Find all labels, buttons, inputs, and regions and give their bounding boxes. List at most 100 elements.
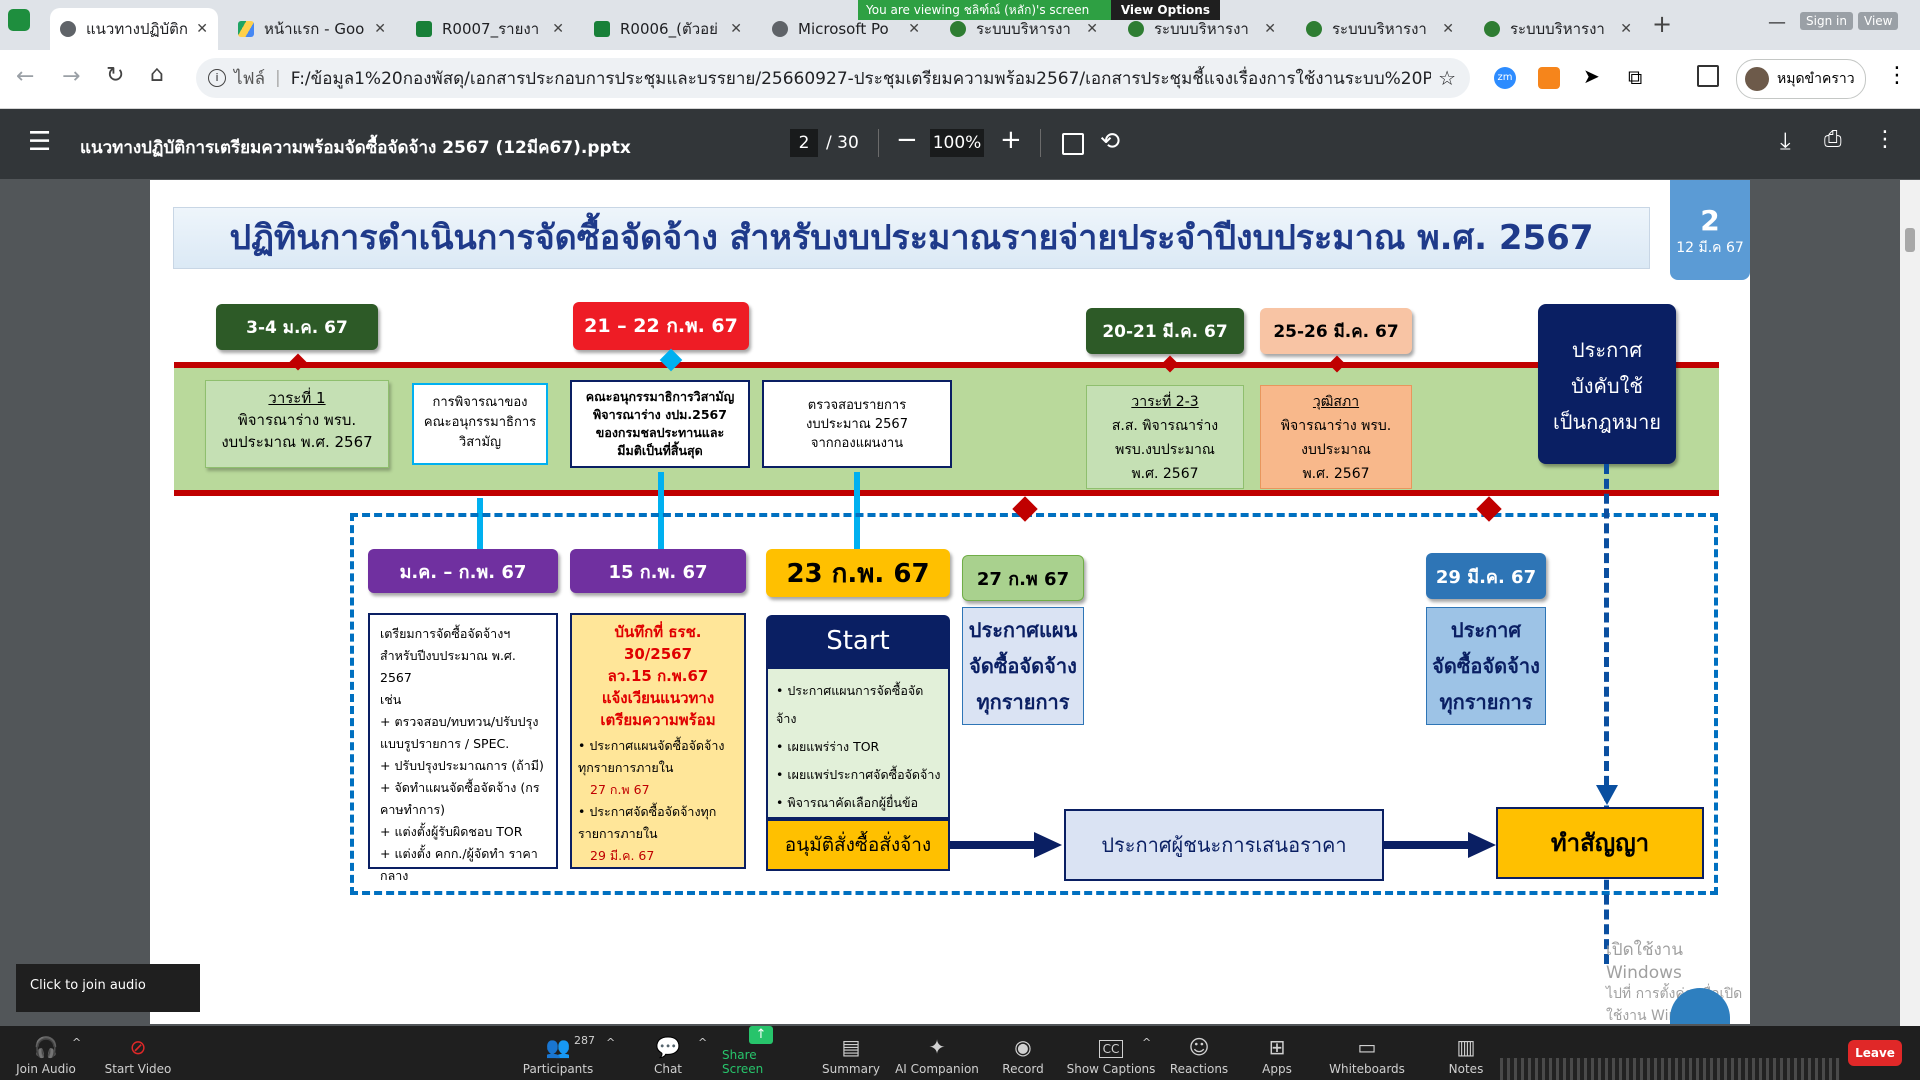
tab-title: R0007_รายงา [442, 20, 540, 38]
ai-companion-button[interactable]: ✦ AI Companion [894, 1026, 980, 1080]
fit-page-icon[interactable] [1062, 133, 1084, 155]
label: Share Screen [722, 1048, 764, 1076]
close-tab-icon[interactable]: ✕ [1086, 21, 1098, 37]
close-tab-icon[interactable]: ✕ [1620, 21, 1632, 37]
tab[interactable]: R0007_รายงา ✕ [406, 8, 574, 50]
close-tab-icon[interactable]: ✕ [730, 21, 742, 37]
start-step: • เผยแพร่ร่าง TOR [776, 739, 880, 754]
label: Summary [822, 1062, 880, 1076]
url-text: F:/ข้อมูล1%20กองพัสดุ/เอกสารประกอบการประ… [290, 68, 1431, 89]
stage-box-reading-2-3: วาระที่ 2-3 ส.ส. พิจารณาร่าง พรบ.งบประมา… [1086, 385, 1244, 489]
record-icon: ◉ [1014, 1035, 1032, 1059]
close-tab-icon[interactable]: ✕ [374, 21, 386, 37]
zoom-out-icon[interactable]: − [896, 125, 918, 155]
stage-body: ส.ส. พิจารณาร่าง พรบ.งบประมาณ พ.ศ. 2567 [1111, 418, 1219, 482]
summary-button[interactable]: ▤ Summary [820, 1026, 882, 1080]
label: Notes [1448, 1062, 1484, 1076]
metamask-icon[interactable] [1538, 67, 1560, 89]
hamburger-menu-icon[interactable]: ☰ [28, 129, 51, 155]
print-icon[interactable]: ⎙ [1824, 127, 1842, 152]
close-tab-icon[interactable]: ✕ [552, 21, 564, 37]
start-header: Start [766, 615, 950, 667]
info-icon[interactable]: i [208, 69, 226, 87]
cc-icon: CC [1098, 1040, 1124, 1058]
extension-shield-icon[interactable] [8, 9, 30, 31]
tab[interactable]: ระบบบริหารงา ✕ [1474, 8, 1642, 50]
scrollbar[interactable] [1900, 180, 1920, 1026]
chat-button[interactable]: 💬 Chat [644, 1026, 692, 1080]
share-screen-icon: ↑ [749, 1026, 773, 1044]
page-number-input[interactable]: 2 [790, 129, 818, 157]
winner-box: ประกาศผู้ชนะการเสนอราคา [1064, 809, 1384, 881]
captions-button[interactable]: CC Show Captions [1066, 1026, 1156, 1080]
view-overlay[interactable]: View [1858, 12, 1899, 30]
address-bar[interactable]: i ไฟล์ | F:/ข้อมูล1%20กองพัสดุ/เอกสารประ… [196, 58, 1470, 98]
zoom-level-input[interactable]: 100% [930, 129, 984, 157]
dashed-connector [1604, 464, 1609, 964]
chevron-up-icon[interactable]: ^ [72, 1036, 81, 1049]
globe-icon [60, 21, 76, 37]
new-tab-button[interactable]: + [1652, 10, 1672, 38]
back-icon[interactable]: ← [16, 64, 34, 89]
more-options-icon[interactable]: ⋮ [1874, 127, 1896, 152]
share-screen-button[interactable]: ↑ Share Screen [722, 1026, 800, 1080]
notes-button[interactable]: ▥ Notes [1446, 1026, 1486, 1080]
profile-button[interactable]: หมุดขำคราว [1736, 59, 1866, 99]
reload-icon[interactable]: ↻ [106, 63, 124, 88]
participants-icon: 👥 [545, 1035, 571, 1059]
apps-button[interactable]: ⊞ Apps [1254, 1026, 1300, 1080]
stage-title: วาระที่ 1 [268, 389, 326, 407]
tab[interactable]: หน้าแรก - Goo ✕ [228, 8, 396, 50]
forward-icon[interactable]: → [62, 64, 80, 89]
procure-announce-box: ประกาศ จัดซื้อจัดจ้าง ทุกรายการ [1426, 607, 1546, 725]
side-panel-icon[interactable] [1697, 65, 1719, 87]
stage-box-resolution: คณะอนุกรรมาธิการวิสามัญ พิจารณาร่าง งปม.… [570, 380, 750, 468]
tab[interactable]: R0006_(ตัวอย่ ✕ [584, 8, 752, 50]
file-prefix: ไฟล์ [234, 68, 266, 89]
close-tab-icon[interactable]: ✕ [1442, 21, 1454, 37]
menu-kebab-icon[interactable]: ⋮ [1886, 63, 1908, 88]
home-icon[interactable]: ⌂ [150, 62, 164, 87]
chevron-up-icon[interactable]: ^ [606, 1036, 615, 1049]
zoom-extension-icon[interactable]: zm [1494, 67, 1516, 89]
procure-announce-text: ประกาศ จัดซื้อจัดจ้าง ทุกรายการ [1432, 618, 1540, 714]
extensions-icon[interactable]: ⧉ [1628, 65, 1642, 89]
rotate-icon[interactable]: ⟲ [1100, 127, 1120, 155]
close-tab-icon[interactable]: ✕ [196, 21, 208, 37]
minimize-button[interactable]: — [1768, 12, 1786, 33]
send-icon[interactable]: ➤ [1583, 64, 1600, 88]
label: Whiteboards [1329, 1062, 1405, 1076]
whiteboards-button[interactable]: ▭ Whiteboards [1329, 1026, 1405, 1080]
start-video-button[interactable]: ⊘ Start Video [100, 1026, 176, 1080]
period-tag: 27 ก.พ 67 [962, 555, 1084, 601]
tab-active[interactable]: แนวทางปฏิบัติก ✕ [50, 8, 218, 50]
leave-button[interactable]: Leave [1848, 1040, 1902, 1066]
camera-off-icon: ⊘ [129, 1035, 147, 1059]
stage-box-senate: วุฒิสภา พิจารณาร่าง พรบ. งบประมาณ พ.ศ. 2… [1260, 385, 1412, 489]
stage-box-reading-1: วาระที่ 1 พิจารณาร่าง พรบ. งบประมาณ พ.ศ.… [205, 380, 389, 468]
zoom-in-icon[interactable]: + [1000, 125, 1022, 155]
period-tag: ม.ค. – ก.พ. 67 [368, 549, 558, 593]
join-audio-button[interactable]: 🎧 Join Audio [10, 1026, 82, 1080]
close-tab-icon[interactable]: ✕ [908, 21, 920, 37]
view-options-button[interactable]: View Options [1110, 0, 1220, 20]
record-button[interactable]: ◉ Record [996, 1026, 1050, 1080]
stage-body: พิจารณาร่าง พรบ. งบประมาณ พ.ศ. 2567 [1280, 418, 1392, 482]
chevron-up-icon[interactable]: ^ [1142, 1036, 1151, 1049]
sheets-icon [416, 21, 432, 37]
signin-overlay[interactable]: Sign in [1800, 12, 1853, 30]
tab[interactable]: ระบบบริหารงา ✕ [1296, 8, 1464, 50]
timeline-line-bottom [174, 490, 1719, 496]
stage-body: คณะอนุกรรมาธิการวิสามัญ พิจารณาร่าง งปม.… [585, 389, 735, 458]
download-icon[interactable]: ⤓ [1780, 127, 1791, 155]
profile-name: หมุดขำคราว [1777, 71, 1855, 87]
label: Participants [522, 1062, 594, 1076]
close-tab-icon[interactable]: ✕ [1264, 21, 1276, 37]
reactions-button[interactable]: ☺ Reactions [1168, 1026, 1230, 1080]
chevron-up-icon[interactable]: ^ [698, 1036, 707, 1049]
star-icon[interactable]: ☆ [1438, 66, 1456, 90]
zoom-viewing-banner: You are viewing ชลิฑ์ณ์ (หลัก)'s screen … [858, 0, 1220, 20]
label: AI Companion [895, 1062, 979, 1076]
tab-title: ระบบบริหารงา [976, 20, 1071, 38]
scrollbar-thumb[interactable] [1905, 228, 1915, 252]
